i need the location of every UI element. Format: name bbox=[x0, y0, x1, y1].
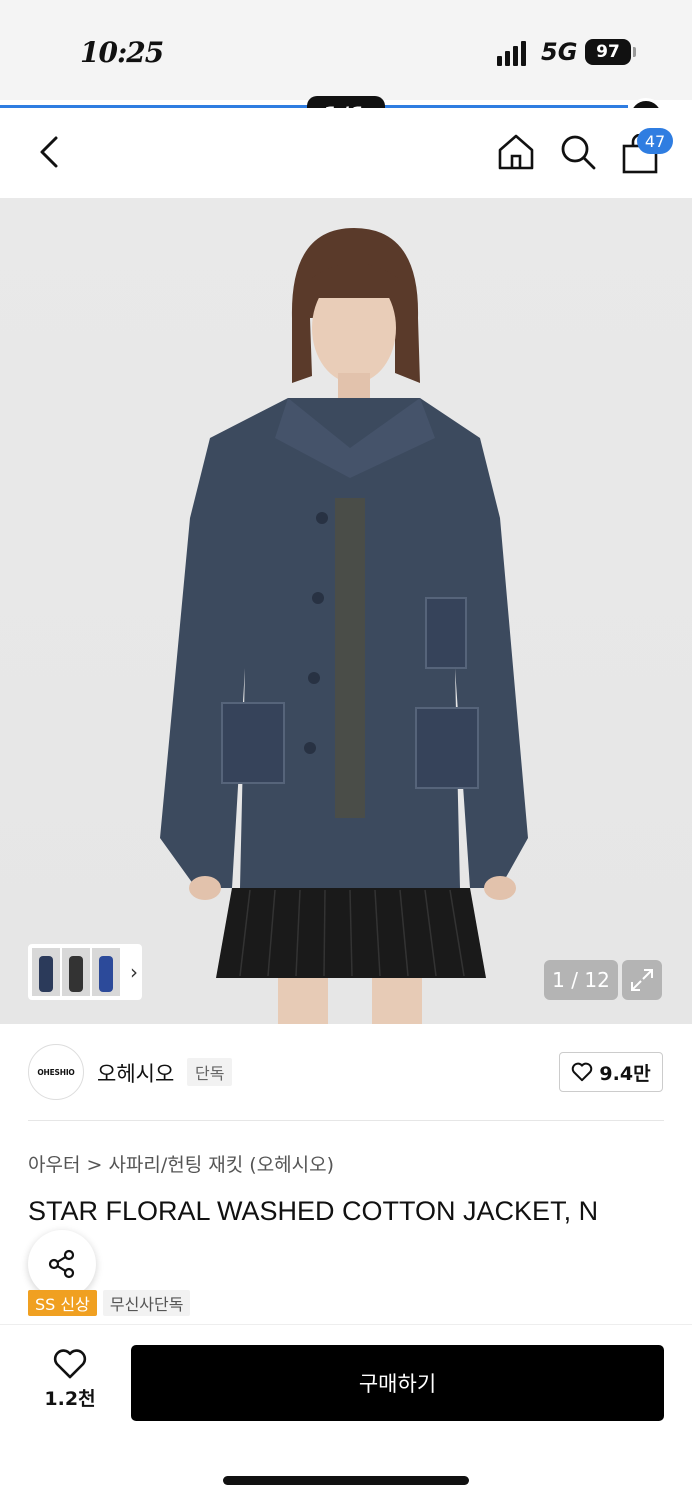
top-nav-bar: 47 bbox=[0, 108, 692, 198]
thumbnail[interactable] bbox=[92, 948, 120, 996]
brand-row: OHESHIO 오헤시오 단독 9.4만 bbox=[0, 1024, 692, 1124]
brand-like-count: 9.4만 bbox=[599, 1062, 651, 1085]
buy-button[interactable]: 구매하기 bbox=[131, 1345, 664, 1421]
product-like-count: 1.2천 bbox=[44, 1388, 96, 1410]
image-counter: 1 / 12 bbox=[544, 960, 618, 1000]
share-button[interactable] bbox=[28, 1230, 96, 1298]
divider bbox=[28, 1120, 664, 1121]
brand-name[interactable]: 오헤시오 bbox=[97, 1058, 174, 1088]
signal-icon bbox=[497, 40, 526, 66]
exclusive-badge: 단독 bbox=[187, 1058, 233, 1086]
heart-icon bbox=[572, 1062, 593, 1082]
brand-like-button[interactable]: 9.4만 bbox=[559, 1052, 663, 1092]
product-image[interactable] bbox=[0, 198, 692, 1024]
brand-logo[interactable]: OHESHIO bbox=[28, 1044, 84, 1100]
expand-icon[interactable] bbox=[622, 960, 662, 1000]
chevron-right-icon[interactable]: › bbox=[130, 960, 138, 984]
divider bbox=[0, 1324, 692, 1325]
status-time: 10:25 bbox=[80, 36, 164, 69]
cart-count-badge: 47 bbox=[637, 128, 673, 154]
battery-level: 97 bbox=[596, 42, 620, 62]
exclusive-tag: 무신사단독 bbox=[102, 1290, 191, 1316]
thumbnail[interactable] bbox=[62, 948, 90, 996]
battery-icon: 97 bbox=[585, 39, 636, 65]
thumbnail[interactable] bbox=[32, 948, 60, 996]
share-icon bbox=[48, 1249, 75, 1279]
search-icon[interactable] bbox=[558, 132, 598, 172]
new-season-tag: SS 신상 bbox=[28, 1290, 97, 1316]
product-tags: SS 신상 무신사단독 bbox=[28, 1290, 191, 1316]
product-like-button[interactable]: 1.2천 bbox=[38, 1348, 102, 1420]
product-title: STAR FLORAL WASHED COTTON JACKET, N bbox=[28, 1196, 599, 1226]
heart-icon bbox=[53, 1349, 87, 1379]
thumbnail-strip[interactable]: › bbox=[28, 944, 142, 1000]
home-icon[interactable] bbox=[496, 132, 536, 172]
home-indicator bbox=[223, 1476, 469, 1485]
category-breadcrumb[interactable]: 아우터 > 사파리/헌팅 재킷 (오헤시오) bbox=[28, 1150, 334, 1177]
network-indicator: 5G bbox=[541, 38, 578, 66]
back-arrow-icon[interactable] bbox=[34, 134, 66, 170]
status-bar: 10:25 5G 97 bbox=[0, 0, 692, 100]
product-photo-illustration bbox=[160, 228, 528, 1024]
